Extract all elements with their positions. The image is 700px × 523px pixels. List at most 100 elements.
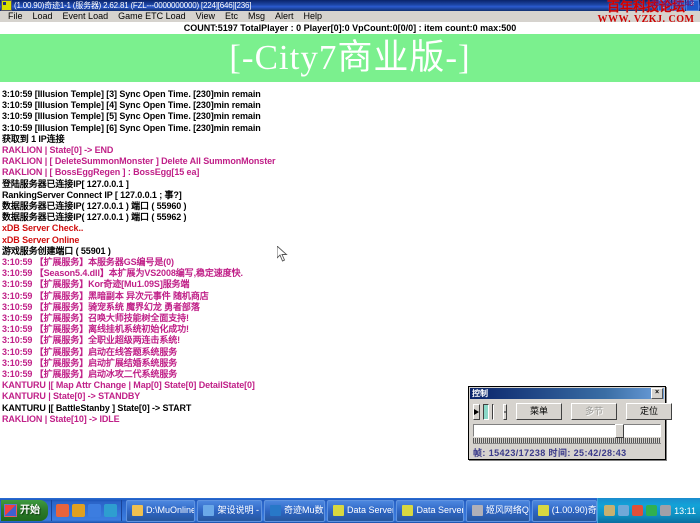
taskbar-button-label: (1.00.90)奇... (552, 501, 597, 520)
taskbar-button-label: 奇迹Mu数... (284, 501, 325, 520)
log-line: 3:10:59 【扩展服务】离线挂机系统初始化成功! (2, 324, 700, 335)
server-banner: [-City7商业版-] (0, 34, 700, 82)
messenger-icon[interactable] (72, 504, 85, 517)
control-panel-window[interactable]: 控制 × 菜单 多节 定位 帧: 15423/17238 时间: 25:42/2… (468, 386, 666, 460)
log-line: RAKLION | [ DeleteSummonMonster ] Delete… (2, 156, 700, 167)
taskbar-button-icon (472, 505, 483, 516)
log-line: RankingServer Connect IP [ 127.0.0.1 ; 事… (2, 190, 700, 201)
task-button-list: D:\MuOnline... 架设说明 - ... 奇迹Mu数... Data Ser… (122, 500, 597, 522)
taskbar-button-icon (402, 505, 413, 516)
shield-icon[interactable] (646, 505, 657, 516)
tray-clock: 13:11 (674, 506, 696, 516)
qq-icon[interactable] (56, 504, 69, 517)
log-line: 3:10:59 【扩展服务】Kor奇迹[Mu1.09S]服务端 (2, 279, 700, 290)
forum-watermark: 28:42/28:43 百年科技论坛 WWW. VZKJ. COM (594, 0, 698, 34)
menu-item-view[interactable]: View (191, 11, 220, 22)
playback-slider[interactable] (473, 424, 661, 437)
play-icon (474, 409, 479, 415)
taskbar-button-icon (270, 505, 281, 516)
log-line: 登陆服务器已连接IP[ 127.0.0.1 ] (2, 179, 700, 190)
record-icon (504, 411, 506, 413)
log-line: 3:10:59 【扩展服务】全职业超级两连击系统! (2, 335, 700, 346)
log-line: 3:10:59 [Illusion Temple] [3] Sync Open … (2, 89, 700, 100)
taskbar-button[interactable]: (1.00.90)奇... (532, 500, 597, 522)
menu-item-help[interactable]: Help (299, 11, 328, 22)
taskbar-button-label: 姬风网络Q... (486, 501, 530, 520)
menu-item-file[interactable]: File (3, 11, 28, 22)
log-line: 3:10:59 【扩展服务】本服务器GS编号是(0) (2, 257, 700, 268)
menu-item-event-load[interactable]: Event Load (58, 11, 114, 22)
log-line: 3:10:59 【扩展服务】启动在线答题系统服务 (2, 347, 700, 358)
desktop-root: (1.00.90)奇迹1-1 (服务器) 2.62.81 (FZL---0000… (0, 0, 700, 523)
start-button[interactable]: 开始 (1, 500, 48, 521)
log-line: 3:10:59 【扩展服务】黑暗副本 异次元事件 随机商店 (2, 291, 700, 302)
quick-launch-bar (51, 500, 122, 521)
network-icon[interactable] (618, 505, 629, 516)
log-line: 游戏服务创建端口 ( 55901 ) (2, 246, 700, 257)
log-line: 3:10:59 【Season5.4.dll】本扩展为VS2008编写,稳定速度… (2, 268, 700, 279)
control-panel-toolbar: 菜单 多节 定位 (473, 403, 661, 420)
printer-icon[interactable] (604, 505, 615, 516)
control-panel-titlebar[interactable]: 控制 × (470, 388, 664, 399)
log-line: xDB Server Online (2, 235, 700, 246)
menu-item-load[interactable]: Load (28, 11, 58, 22)
menu-button[interactable]: 菜单 (516, 403, 562, 420)
watermark-clock: 28:42/28:43 (651, 0, 694, 8)
log-line: 3:10:59 【扩展服务】启动冰攻二代系统服务 (2, 369, 700, 380)
taskbar-button-label: Data Server... (347, 501, 394, 520)
log-line: 3:10:59 【扩展服务】召唤大师技能树全面支持! (2, 313, 700, 324)
app-icon (1, 0, 12, 11)
taskbar-button[interactable]: 架设说明 - ... (197, 500, 262, 522)
system-tray: 13:11 (597, 498, 700, 523)
control-panel-body: 菜单 多节 定位 帧: 15423/17238 时间: 25:42/28:43 (469, 400, 665, 459)
taskbar-button[interactable]: Data Server... (327, 500, 394, 522)
log-line: 获取到 1 IP连接 (2, 134, 700, 145)
menu-item-alert[interactable]: Alert (270, 11, 299, 22)
menu-item-msg[interactable]: Msg (243, 11, 270, 22)
volume-icon[interactable] (660, 505, 671, 516)
menu-item-game-etc-load[interactable]: Game ETC Load (113, 11, 191, 22)
tray-icon-list (604, 505, 671, 516)
start-button-label: 开始 (20, 500, 40, 521)
taskbar-button-label: 架设说明 - ... (217, 501, 262, 520)
taskbar-button[interactable]: D:\MuOnline... (126, 500, 195, 522)
banner-title: [-City7商业版-] (229, 39, 470, 77)
playback-tick-marks (473, 438, 661, 444)
playback-status-text: 帧: 15423/17238 时间: 25:42/28:43 (473, 446, 661, 459)
log-line-list: 3:10:59 [Illusion Temple] [3] Sync Open … (2, 89, 700, 425)
segment-button: 多节 (571, 403, 617, 420)
stop-button[interactable] (492, 404, 494, 420)
window-title: (1.00.90)奇迹1-1 (服务器) 2.62.81 (FZL---0000… (14, 0, 251, 11)
log-line: 3:10:59 【扩展服务】骑宠系统 魔界幻龙 勇者部落 (2, 302, 700, 313)
taskbar-button-label: Data Server... (416, 501, 463, 520)
playback-slider-thumb[interactable] (615, 424, 624, 438)
watermark-line2: WWW. VZKJ. COM (594, 14, 698, 26)
pause-button[interactable] (483, 404, 489, 420)
taskbar-button-icon (333, 505, 344, 516)
log-line: 3:10:59 [Illusion Temple] [5] Sync Open … (2, 111, 700, 122)
record-button[interactable] (503, 404, 507, 420)
menu-item-etc[interactable]: Etc (220, 11, 243, 22)
log-line: 3:10:59 [Illusion Temple] [6] Sync Open … (2, 123, 700, 134)
log-line: RAKLION | [ BossEggRegen ] : BossEgg[15 … (2, 167, 700, 178)
log-line: 数据服务器已连接IP( 127.0.0.1 ) 端口 ( 55960 ) (2, 201, 700, 212)
log-line: 3:10:59 【扩展服务】启动扩展结婚系统服务 (2, 358, 700, 369)
taskbar: 开始 D:\MuOnline... 架设说明 - ... 奇迹Mu数... Data … (0, 498, 700, 523)
taskbar-button-icon (132, 505, 143, 516)
media-icon[interactable] (104, 504, 117, 517)
control-panel-close-icon[interactable]: × (651, 388, 663, 399)
control-panel-title: 控制 (472, 388, 488, 399)
taskbar-button[interactable]: 姬风网络Q... (466, 500, 530, 522)
mouse-cursor-icon (277, 246, 288, 262)
taskbar-button[interactable]: Data Server... (396, 500, 463, 522)
log-line: 3:10:59 [Illusion Temple] [4] Sync Open … (2, 100, 700, 111)
qq-tray-icon[interactable] (632, 505, 643, 516)
taskbar-button[interactable]: 奇迹Mu数... (264, 500, 325, 522)
windows-flag-icon (4, 504, 17, 517)
log-line: RAKLION | State[0] -> END (2, 145, 700, 156)
taskbar-button-icon (538, 505, 549, 516)
play-button[interactable] (473, 404, 480, 420)
browser-icon[interactable] (88, 504, 101, 517)
locate-button[interactable]: 定位 (626, 403, 672, 420)
log-line: 数据服务器已连接IP( 127.0.0.1 ) 端口 ( 55962 ) (2, 212, 700, 223)
